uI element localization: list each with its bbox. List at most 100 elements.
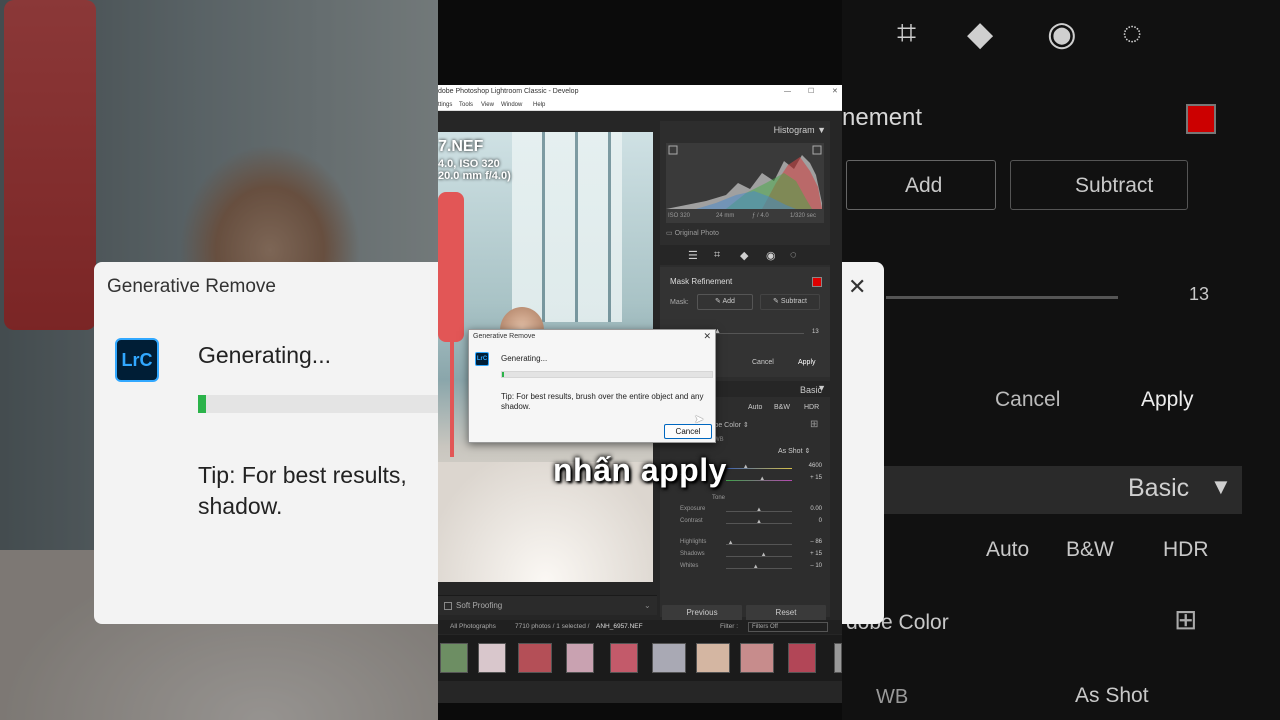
basic-slider[interactable]: Highlights ▲ – 86 [660, 539, 830, 551]
generating-text: Generating... [501, 354, 548, 363]
generative-remove-dialog: Generative Remove ✕ LrC Generating... Ti… [468, 329, 716, 443]
zoomed-develop-panel: ⌗ ◆ ◉ ◌ nement Add Subtract 13 Cancel Ap… [842, 0, 1280, 720]
basic-slider[interactable]: Contrast ▲ 0 [660, 518, 830, 530]
zoomed-subtract-button: Subtract [1010, 160, 1188, 210]
filmstrip-thumb[interactable] [440, 643, 468, 673]
mask-slider-value: 13 [812, 329, 819, 335]
video-caption: nhấn apply [553, 452, 727, 488]
basic-slider[interactable]: Whites ▲ – 10 [660, 563, 830, 575]
maximize-icon[interactable]: ☐ [808, 85, 814, 99]
slider-thumb[interactable]: ▲ [753, 564, 759, 570]
mask-cancel-button[interactable]: Cancel [752, 359, 774, 366]
filter-select[interactable]: Filters Off [748, 622, 828, 632]
histogram-iso: ISO 320 [668, 213, 691, 219]
eraser-icon[interactable]: ◆ [740, 249, 748, 262]
slider-track[interactable] [726, 568, 792, 569]
dialog-cancel-button[interactable]: Cancel [664, 424, 712, 439]
slider-thumb[interactable]: ▲ [728, 540, 734, 546]
histogram-aperture: ƒ / 4.0 [752, 213, 769, 219]
zoomed-basic-title: Basic [1128, 474, 1190, 502]
mask-subtract-button[interactable]: ✎ Subtract [760, 294, 820, 310]
slider-thumb[interactable]: ▲ [756, 519, 762, 525]
tip-text: Tip: For best results, brush over the en… [501, 392, 704, 411]
filmstrip-thumb[interactable] [566, 643, 594, 673]
reset-button[interactable]: Reset [746, 605, 826, 621]
menu-tools[interactable]: Tools [459, 99, 473, 111]
slider-track[interactable] [726, 468, 792, 469]
histogram-header[interactable]: Histogram ▼ [774, 125, 826, 135]
window-titlebar: dobe Photoshop Lightroom Classic - Devel… [438, 85, 842, 99]
zoomed-progress-bar [198, 395, 438, 413]
filmstrip-thumb[interactable] [834, 643, 842, 673]
slider-label: Contrast [680, 518, 703, 524]
sliders-icon[interactable]: ☰ [688, 249, 698, 262]
filmstrip-thumb[interactable] [478, 643, 506, 673]
dialog-close-icon[interactable]: ✕ [703, 331, 711, 342]
original-photo-toggle[interactable]: ▭ Original Photo [666, 229, 719, 237]
crop-icon: ⌗ [897, 14, 917, 52]
zoomed-bw-button: B&W [1066, 538, 1114, 561]
previous-button[interactable]: Previous [662, 605, 742, 621]
filmstrip-thumb[interactable] [652, 643, 686, 673]
mask-add-button[interactable]: ✎ Add [697, 294, 753, 310]
slider-value: 4600 [808, 463, 822, 469]
close-icon[interactable]: ✕ [832, 85, 838, 99]
masking-icon[interactable]: ◌ [790, 249, 797, 261]
zoomed-wb-label: WB [876, 686, 909, 708]
filmstrip-thumb[interactable] [610, 643, 638, 673]
slider-thumb[interactable]: ▲ [759, 476, 765, 482]
menu-window[interactable]: Window [501, 99, 522, 111]
window-title: dobe Photoshop Lightroom Classic - Devel… [438, 88, 579, 95]
photo-lens-info: 20.0 mm f/4.0) [438, 170, 511, 182]
redeye-icon[interactable]: ◉ [766, 249, 776, 262]
zoomed-add-button: Add [846, 160, 996, 210]
progress-bar [501, 371, 713, 378]
filmstrip-thumb[interactable] [740, 643, 774, 673]
slider-value: + 15 [810, 475, 822, 481]
auto-button[interactable]: Auto [748, 404, 762, 411]
zoomed-collapse-icon: ▼ [1210, 474, 1232, 499]
slider-track[interactable] [726, 544, 792, 545]
photo-exposure-info: 4.0, ISO 320 [438, 158, 500, 170]
slider-track[interactable] [726, 556, 792, 557]
basic-slider[interactable]: Exposure ▲ 0.00 [660, 506, 830, 518]
menu-view[interactable]: View [481, 99, 494, 111]
dialog-title: Generative Remove [473, 333, 536, 340]
zoomed-profile-grid-icon: ⊞ [1174, 604, 1198, 635]
filmstrip [438, 635, 842, 681]
slider-thumb[interactable]: ▲ [743, 464, 749, 470]
hdr-button[interactable]: HDR [804, 404, 819, 411]
menu-settings[interactable]: ttings [438, 99, 452, 111]
slider-value: + 15 [810, 551, 822, 557]
filmstrip-thumb[interactable] [696, 643, 730, 673]
minimize-icon[interactable]: — [784, 85, 791, 99]
zoomed-dialog-right-edge: ✕ [842, 262, 884, 624]
lrc-logo-icon: LrC [115, 338, 159, 382]
zoomed-auto-button: Auto [986, 538, 1030, 561]
zoomed-mask-color-swatch [1186, 104, 1216, 134]
red-lamp [438, 192, 464, 342]
wb-select[interactable]: As Shot ⇕ [778, 447, 810, 455]
photo-filename: 7.NEF [438, 138, 484, 155]
soft-proofing-bar: Soft Proofing ⌄ [438, 595, 657, 615]
histogram-focal: 24 mm [716, 213, 735, 219]
zoomed-wb-select: As Shot [1075, 684, 1149, 707]
chevron-down-icon[interactable]: ⌄ [644, 596, 651, 616]
histogram-shutter: 1/320 sec [790, 213, 817, 219]
profile-grid-icon[interactable]: ⊞ [810, 419, 818, 430]
bw-button[interactable]: B&W [774, 404, 790, 411]
mask-apply-button[interactable]: Apply [798, 359, 816, 366]
soft-proofing-checkbox[interactable] [444, 602, 452, 610]
slider-thumb[interactable]: ▲ [761, 552, 767, 558]
slider-label: Shadows [680, 551, 705, 557]
crop-icon[interactable]: ⌗ [714, 249, 720, 262]
redeye-icon: ◉ [1047, 15, 1077, 53]
mask-color-swatch[interactable] [812, 277, 822, 287]
source-label[interactable]: All Photographs [450, 620, 496, 634]
zoomed-slider-value: 13 [1189, 284, 1210, 304]
slider-thumb[interactable]: ▲ [756, 507, 762, 513]
menu-help[interactable]: Help [533, 99, 545, 111]
basic-slider[interactable]: Shadows ▲ + 15 [660, 551, 830, 563]
filmstrip-thumb[interactable] [518, 643, 552, 673]
filmstrip-thumb[interactable] [788, 643, 816, 673]
